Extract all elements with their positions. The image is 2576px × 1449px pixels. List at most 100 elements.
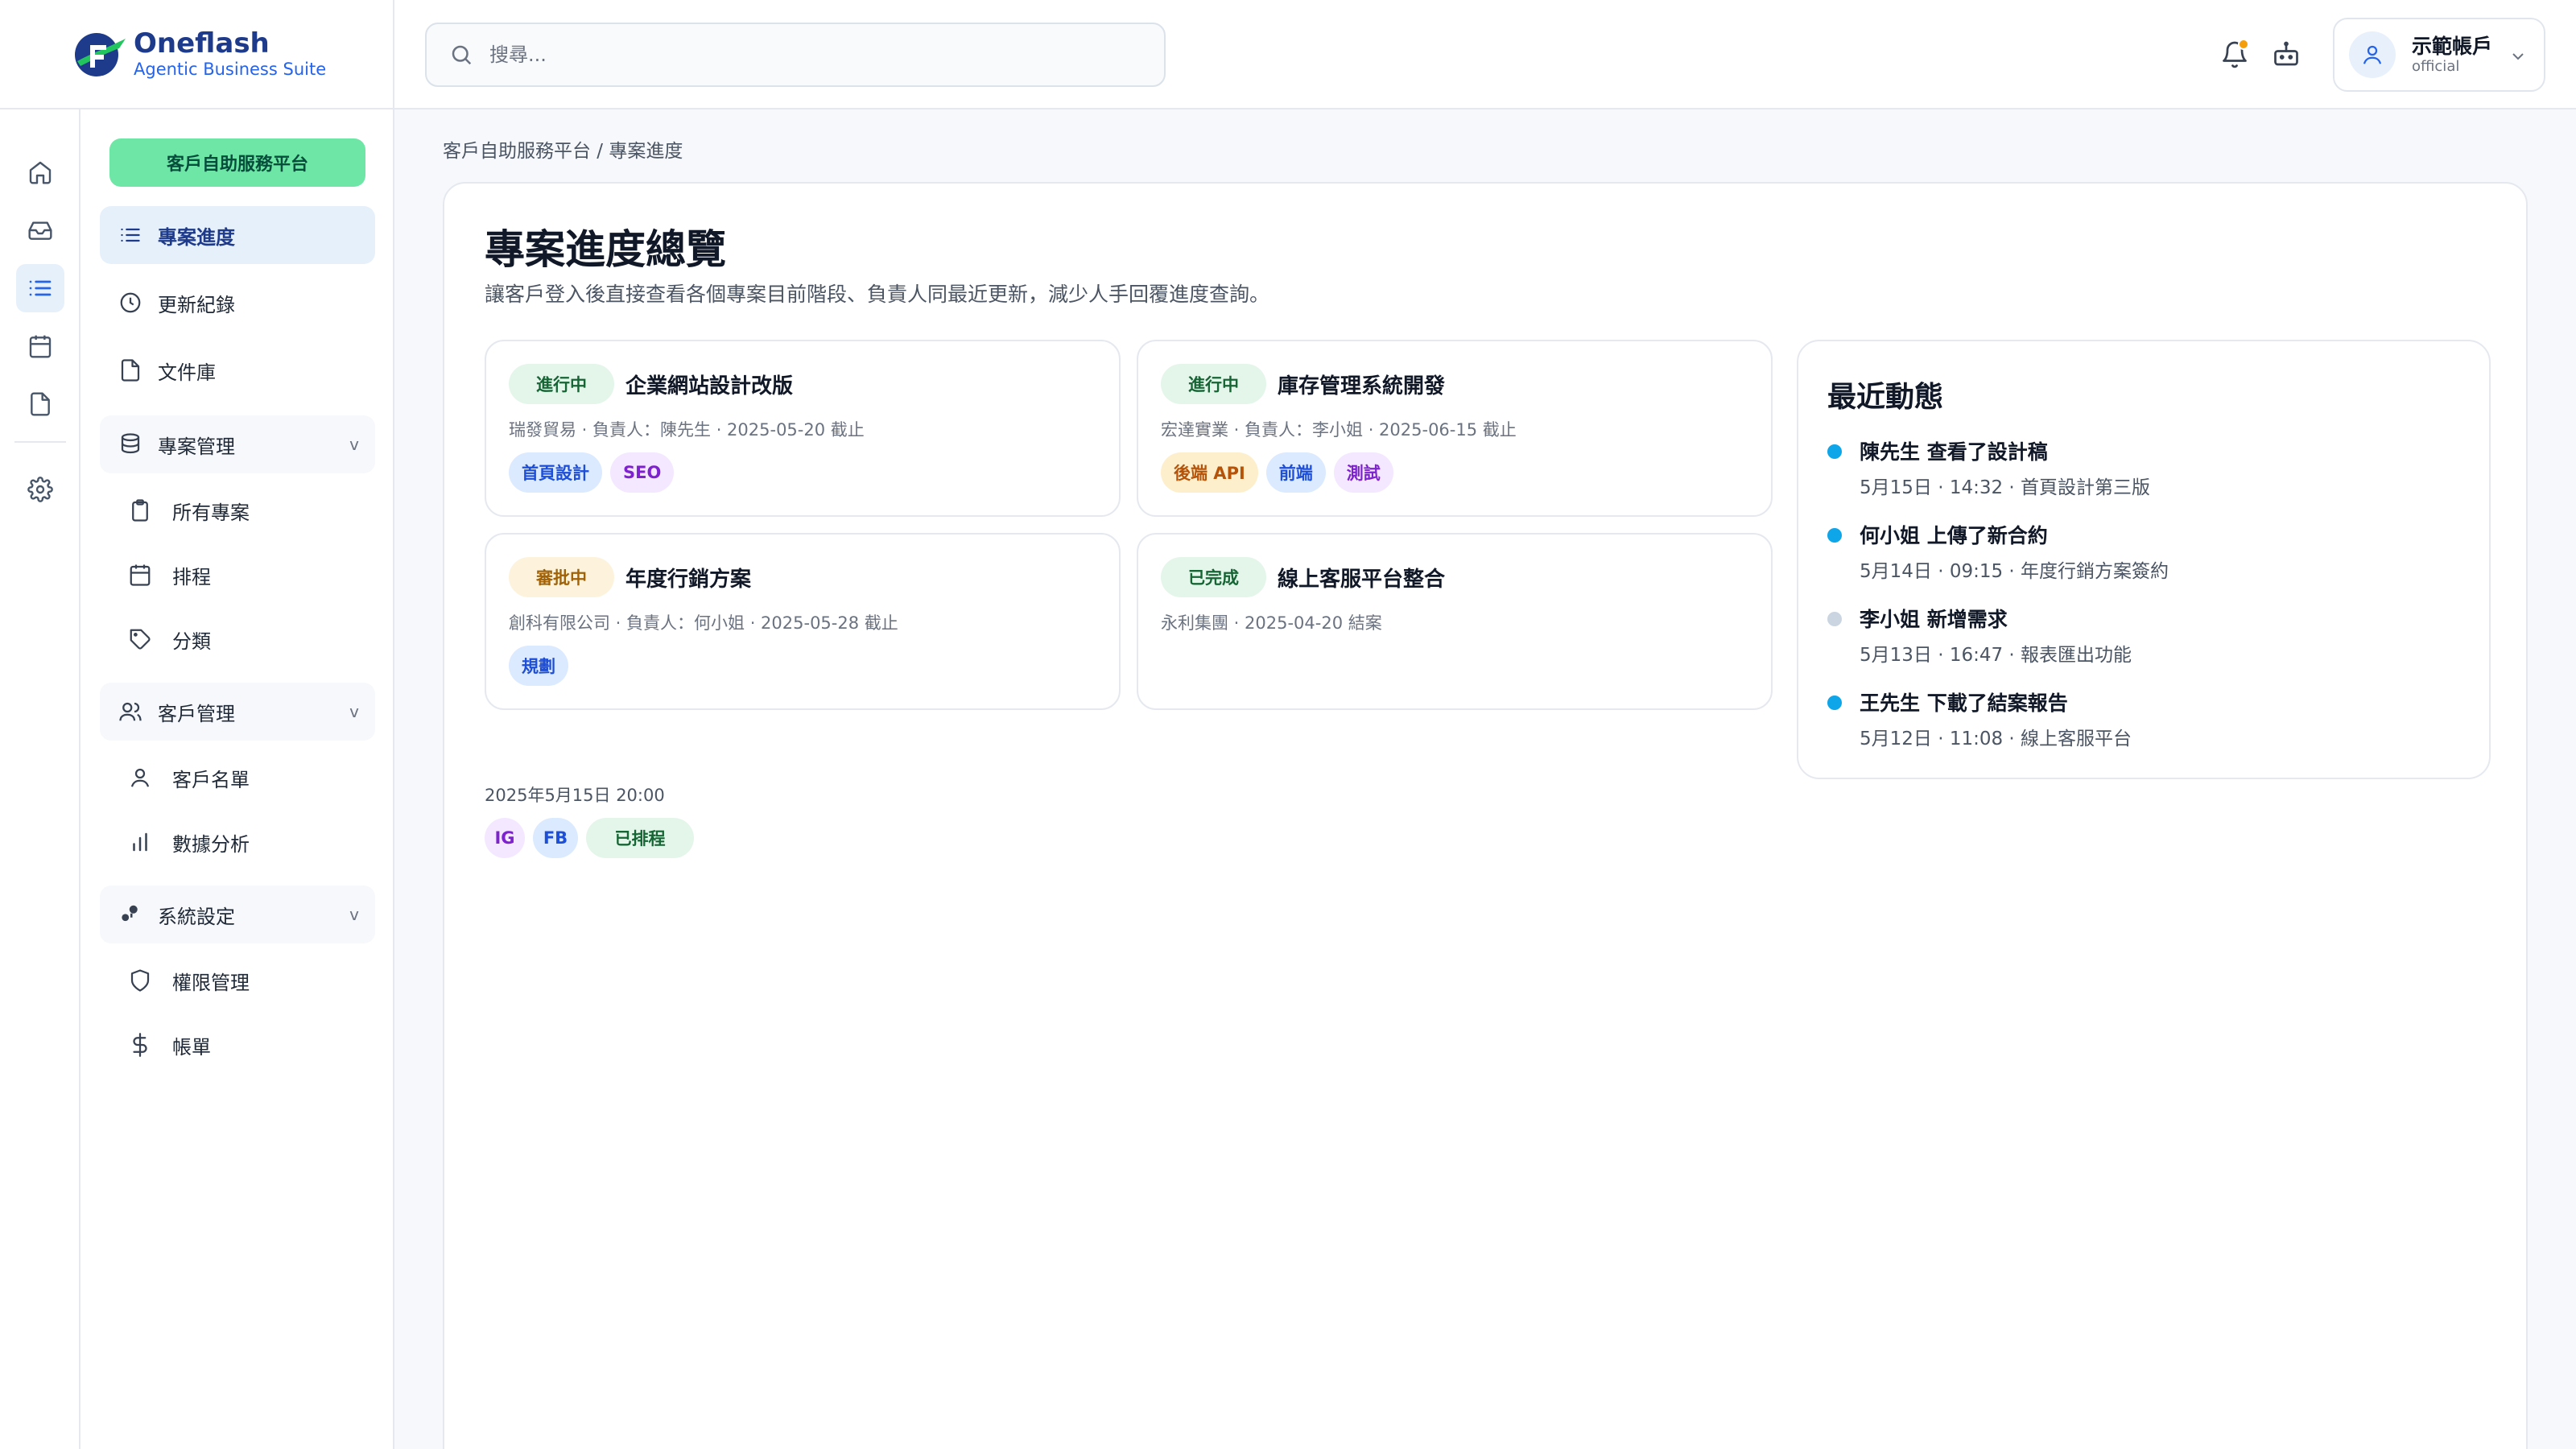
project-tag: 後端 API [1161,452,1258,493]
status-badge: 已完成 [1161,557,1266,597]
sidebar-item-documents[interactable]: 文件庫 [100,341,375,399]
status-badge: 進行中 [509,364,614,404]
list-icon [116,221,145,250]
project-tag: 前端 [1265,452,1326,493]
clipboard-icon [126,496,155,525]
project-tag: 測試 [1333,452,1393,493]
rail-inbox[interactable] [16,206,64,254]
sidebar-item-categories[interactable]: 分類 [126,613,367,665]
page-subtitle: 讓客戶登入後直接查看各個專案目前階段、負責人同最近更新，減少人手回覆進度查詢。 [485,283,1270,306]
project-meta: 宏達實業 · 負責人：李小姐 · 2025-06-15 截止 [1161,420,1517,440]
rail-settings[interactable] [16,465,64,514]
activity-main: 李小姐 新增需求 [1860,608,2008,631]
assistant-button[interactable] [2265,34,2307,76]
activity-main: 王先生 下載了結案報告 [1860,691,2068,715]
file-icon [116,356,145,385]
sidebar-item-update-log[interactable]: 更新紀錄 [100,274,375,332]
rail-divider [14,441,66,443]
clock-icon [116,288,145,317]
sidebar-item-customer-list[interactable]: 客戶名單 [126,752,367,803]
account-menu[interactable]: 示範帳戶 official [2333,18,2545,92]
scheduled-badge: 已排程 [586,818,694,858]
notification-dot [2238,39,2249,50]
sidebar-item-schedule[interactable]: 排程 [126,549,367,601]
top-bar: 示範帳戶 official [394,0,2576,109]
activity-dot [1827,612,1842,626]
chevron-down-icon: v [349,905,359,924]
platform-button[interactable]: 客戶自助服務平台 [109,138,365,187]
shield-icon [126,966,155,995]
rail-projects[interactable] [16,264,64,312]
account-text: 示範帳戶 official [2412,35,2492,75]
app-root: Oneflash Agentic Business Suite 示範帳戶 off… [0,0,2576,1449]
sidebar-group-project-management[interactable]: 專案管理 v [100,415,375,473]
rail-files[interactable] [16,380,64,428]
card-header: 進行中 企業網站設計改版 [509,364,793,404]
users-icon [116,697,145,726]
activity-sub: 5月13日 · 16:47 · 報表匯出功能 [1860,645,2132,666]
project-tags: 首頁設計 SEO [509,452,682,493]
icon-rail [0,109,80,1449]
project-title: 年度行銷方案 [625,567,752,592]
breadcrumb: 客戶自助服務平台 / 專案進度 [443,141,683,162]
tag-icon [126,625,155,654]
activity-sub: 5月15日 · 14:32 · 首頁設計第三版 [1860,477,2151,498]
card-header: 進行中 庫存管理系統開發 [1161,364,1445,404]
project-tag: 規劃 [509,646,568,686]
sidebar-item-all-projects[interactable]: 所有專案 [126,485,367,536]
project-card[interactable]: 已完成 線上客服平台整合 永利集團 · 2025-04-20 結案 [1137,533,1773,710]
sidebar-item-label: 系統設定 [158,905,235,928]
search-icon [452,45,472,65]
main-panel: 專案進度總覽 讓客戶登入後直接查看各個專案目前階段、負責人同最近更新，減少人手回… [443,182,2528,1449]
avatar [2349,31,2396,78]
recent-activity-panel: 最近動態 陳先生 查看了設計稿 5月15日 · 14:32 · 首頁設計第三版 … [1797,340,2491,779]
brand-name: Oneflash [134,27,270,60]
account-sub: official [2412,58,2460,75]
sidebar-item-billing[interactable]: 帳單 [126,1019,367,1071]
sidebar-item-project-progress[interactable]: 專案進度 [100,206,375,264]
sidebar-group-customer-management[interactable]: 客戶管理 v [100,683,375,741]
chevron-down-icon [2512,53,2524,60]
inbox-icon [28,221,52,240]
project-card[interactable]: 進行中 企業網站設計改版 瑞發貿易 · 負責人：陳先生 · 2025-05-20… [485,340,1121,517]
search-input[interactable] [489,43,1101,66]
sidebar-item-label: 文件庫 [158,361,216,384]
activity-sub: 5月14日 · 09:15 · 年度行銷方案簽約 [1860,561,2169,582]
sidebar-item-label: 更新紀錄 [158,293,235,316]
sidebar-item-label: 客戶名單 [172,768,250,791]
rail-calendar[interactable] [16,322,64,370]
rail-home[interactable] [16,148,64,196]
activity-dot [1827,528,1842,543]
sidebar-group-system-settings[interactable]: 系統設定 v [100,886,375,943]
status-badge: 進行中 [1161,364,1266,404]
project-tags: 規劃 [509,646,576,686]
sidebar-item-permissions[interactable]: 權限管理 [126,955,367,1006]
card-header: 已完成 線上客服平台整合 [1161,557,1445,597]
project-meta: 創科有限公司 · 負責人：何小姐 · 2025-05-28 截止 [509,613,898,633]
calendar-icon [29,335,52,358]
project-card[interactable]: 進行中 庫存管理系統開發 宏達實業 · 負責人：李小姐 · 2025-06-15… [1137,340,1773,517]
project-title: 企業網站設計改版 [625,374,794,398]
sidebar: 客戶自助服務平台 專案進度 更新紀錄 文件庫 專案管理 v 所有專案 排程 分類… [80,109,394,1449]
sidebar-item-label: 客戶管理 [158,702,235,725]
schedule-datetime: 2025年5月15日 20:00 [485,786,665,805]
bar-chart-icon [126,828,155,857]
sidebar-item-analytics[interactable]: 數據分析 [126,816,367,868]
search-box[interactable] [425,23,1166,87]
sidebar-item-label: 專案進度 [158,225,235,249]
project-card[interactable]: 審批中 年度行銷方案 創科有限公司 · 負責人：何小姐 · 2025-05-28… [485,533,1121,710]
sidebar-item-label: 分類 [172,630,211,653]
project-tag: SEO [610,452,675,493]
account-name: 示範帳戶 [2412,35,2493,58]
project-tag: 首頁設計 [509,452,602,493]
brand-area: Oneflash Agentic Business Suite [0,0,394,109]
list-icon [29,280,52,296]
chevron-down-icon: v [349,435,359,454]
brand-tagline: Agentic Business Suite [134,60,327,79]
project-tags: 後端 API 前端 測試 [1161,452,1402,493]
settings-icon [116,900,145,929]
brand-text: Oneflash Agentic Business Suite [134,29,326,79]
database-icon [116,430,145,459]
channel-badge-fb: FB [533,818,578,858]
notification-button[interactable] [2214,34,2256,76]
